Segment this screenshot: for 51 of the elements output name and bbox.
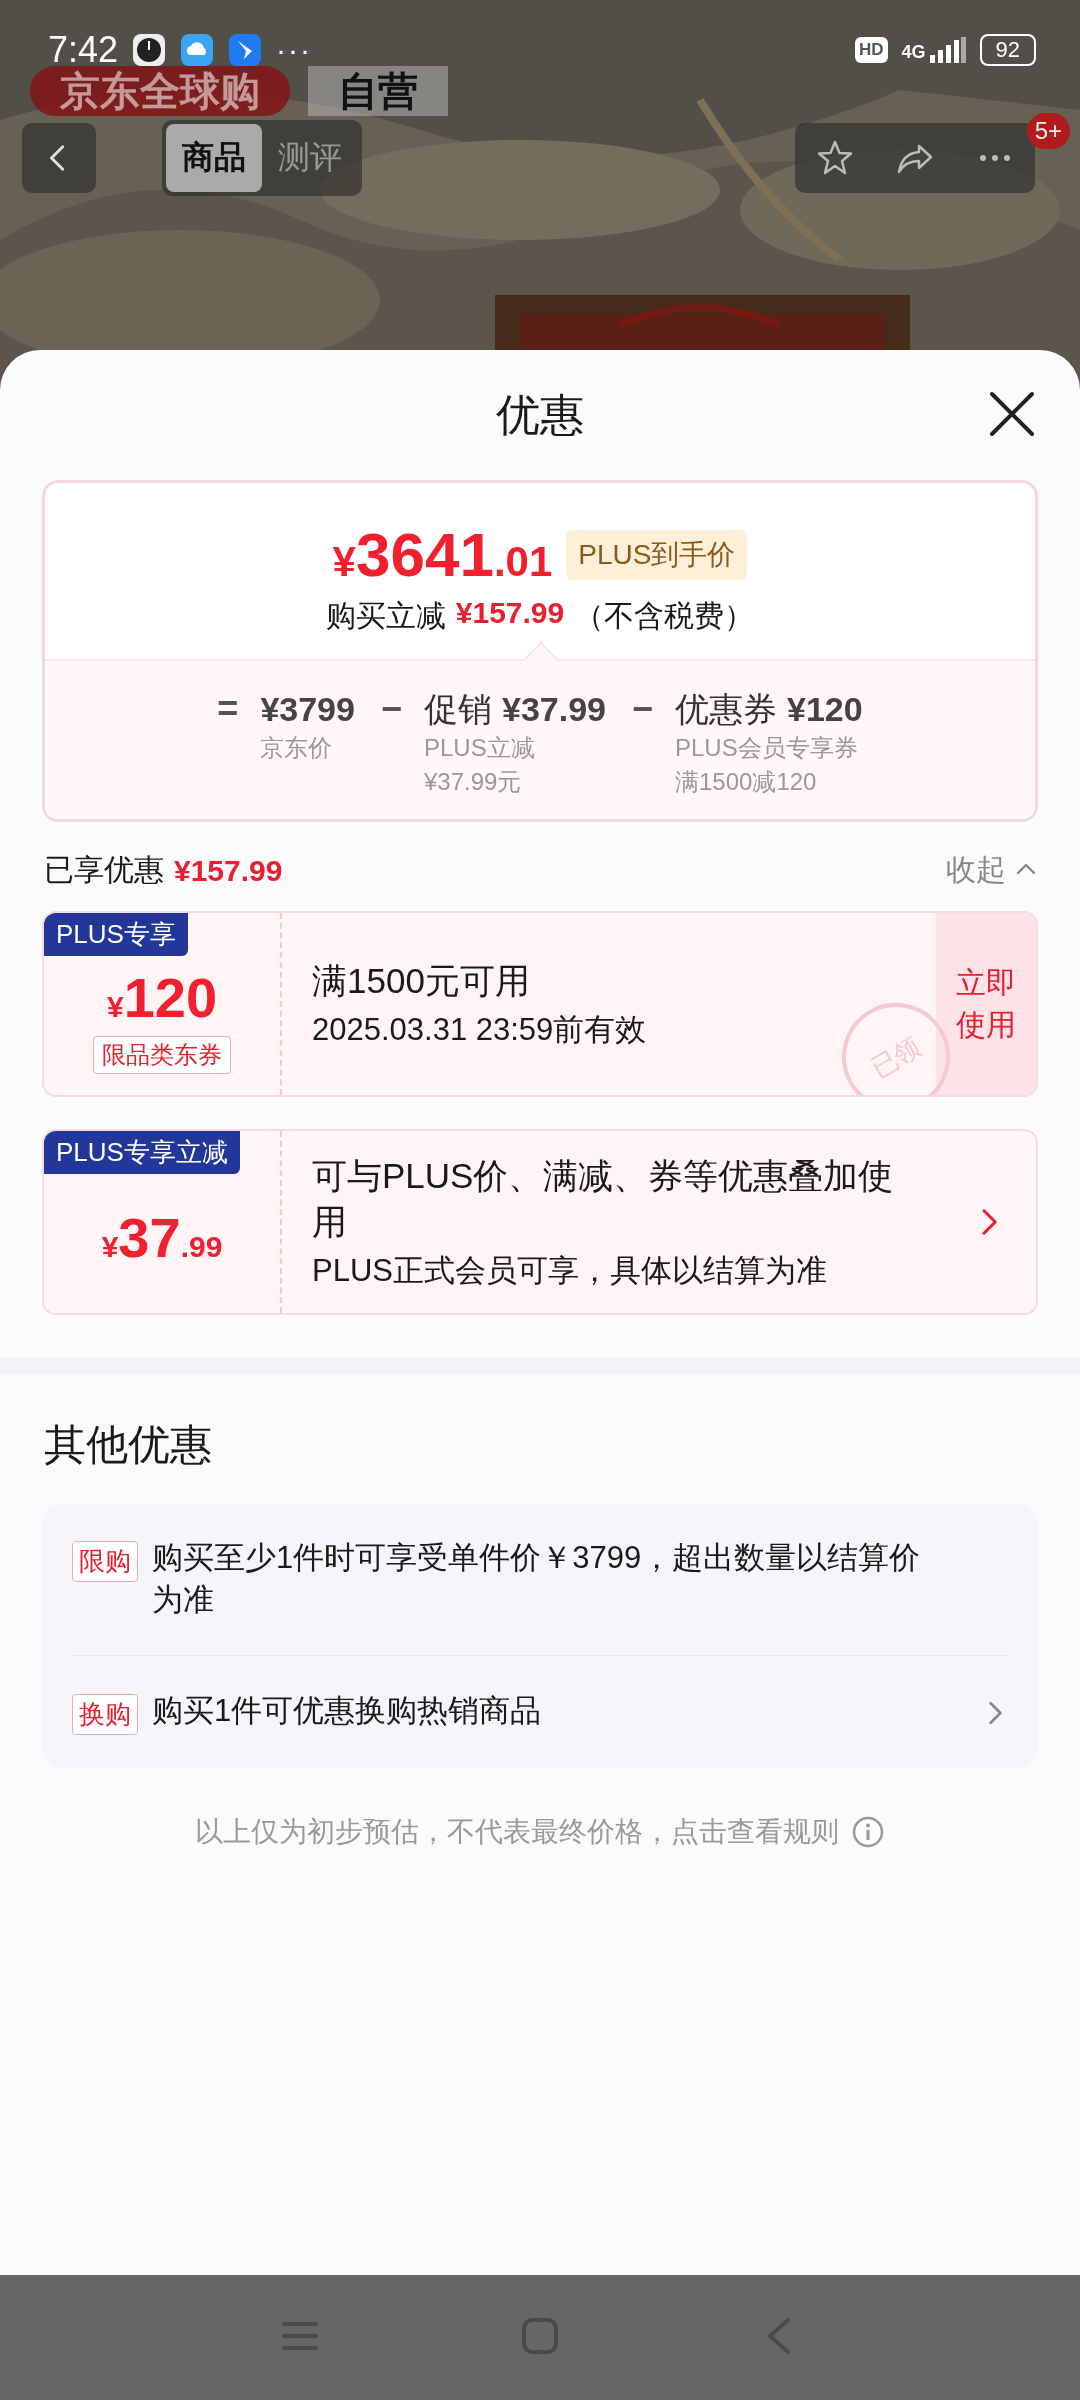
price-tag: PLUS到手价 (566, 529, 748, 580)
clock-icon (132, 33, 167, 67)
breakdown-note: 京东价 (260, 733, 334, 763)
breakdown-note: ¥37.99元 (423, 767, 523, 797)
coupon-type: 限品类东券 (93, 1035, 231, 1074)
breakdown-amount: 优惠券 ¥120 (675, 689, 863, 730)
network-type: 4G (901, 42, 926, 63)
store-badge: 自营 (308, 66, 448, 116)
savings-amount: ¥157.99 (455, 596, 565, 631)
disclaimer-text: 以上仅为初步预估，不代表最终价格，点击查看规则 (195, 1815, 839, 1849)
hd-indicator: HD (854, 37, 888, 63)
battery-level: 92 (979, 34, 1036, 66)
breakdown-note: PLUS立减 (423, 733, 536, 763)
use-now-button[interactable]: 立即使用 (936, 913, 1036, 1095)
offer-tag: 限购 (72, 1541, 138, 1582)
operator-sign: = (217, 687, 239, 731)
savings-label: 购买立减 (325, 598, 446, 634)
sheet-title: 优惠 (496, 388, 584, 441)
promotion-card[interactable]: ¥37.99 可与PLUS价、满减、券等优惠叠加使用 PLUS正式会员可享，具体以结算为准 PLUS专享立减 (42, 1129, 1038, 1315)
nav-tab[interactable]: 商品 (166, 124, 262, 192)
breakdown-note: PLUS会员专享券 (675, 733, 859, 763)
nav-tab[interactable]: 测评 (262, 124, 358, 192)
offer-text: 购买1件可优惠换购热销商品 (152, 1692, 543, 1730)
section-title: 其他优惠 (43, 1420, 213, 1470)
coupon-tag: PLUS专享立减 (44, 1131, 240, 1174)
signal-icon (929, 37, 966, 63)
savings-note: （不含税费） (574, 598, 755, 634)
breakdown-amount: ¥3799 (260, 689, 355, 730)
enjoyed-discount-label: 已享优惠 (44, 852, 164, 888)
coupon-validity: 2025.03.31 23:59前有效 (312, 1011, 648, 1049)
cloud-icon (180, 33, 215, 67)
more-notifications-indicator: ··· (276, 33, 313, 67)
bird-icon (228, 33, 263, 67)
store-logo: 京东全球购 (30, 66, 290, 116)
offer-tag: 换购 (72, 1694, 138, 1735)
collapse-toggle[interactable]: 收起 (946, 850, 1038, 891)
coupon-amount: ¥37.99 (101, 1204, 223, 1270)
coupon-amount: ¥120 (106, 964, 218, 1030)
operator-sign: − (631, 687, 653, 731)
promotion-description: 可与PLUS价、满减、券等优惠叠加使用 (312, 1155, 895, 1243)
back-button[interactable] (22, 123, 96, 193)
coupon-condition: 满1500元可用 (312, 960, 531, 1002)
promotion-note: PLUS正式会员可享，具体以结算为准 (312, 1252, 828, 1290)
coupon-tag: PLUS专享 (44, 913, 188, 956)
breakdown-amount: 促销 ¥37.99 (423, 689, 606, 730)
info-icon[interactable] (851, 1815, 885, 1849)
operator-sign: − (380, 687, 402, 731)
final-price: ¥3641.01 (332, 519, 553, 590)
breakdown-note: 满1500减120 (675, 767, 818, 797)
enjoyed-discount-amount: ¥157.99 (174, 853, 283, 888)
offer-text: 购买至少1件时可享受单件价￥3799，超出数量以结算价为准 (152, 1539, 922, 1619)
